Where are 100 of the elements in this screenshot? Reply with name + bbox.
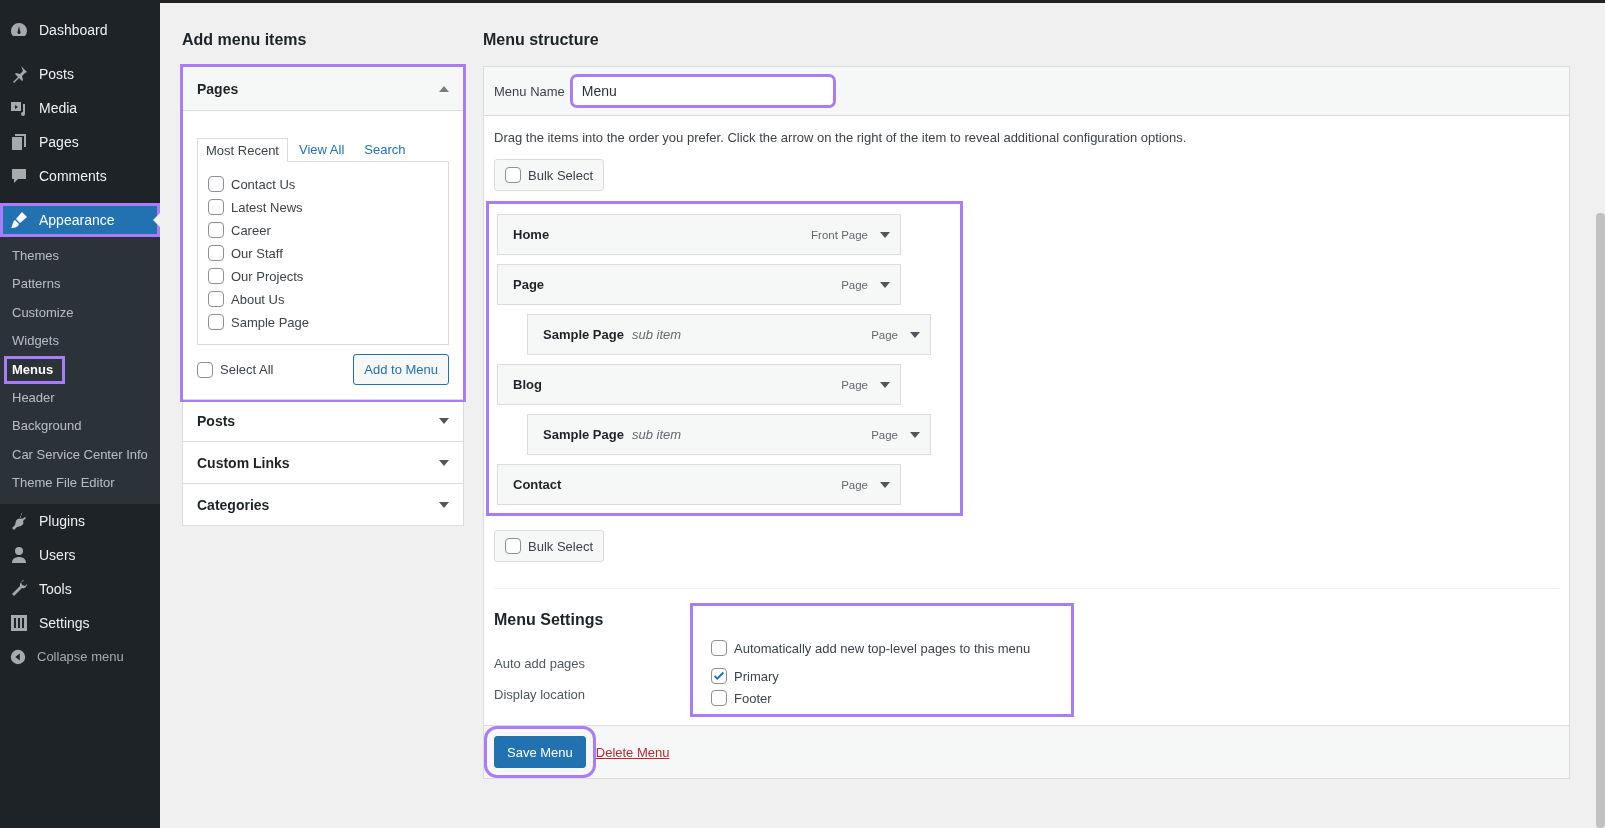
submenu-item[interactable]: Car Service Center Info: [4, 440, 156, 470]
menu-item[interactable]: Posts: [0, 57, 160, 91]
expand-caret-icon[interactable]: [880, 381, 890, 388]
expand-caret-icon[interactable]: [439, 417, 449, 424]
paintbrush-icon: [9, 210, 29, 230]
item-type: Page: [871, 328, 898, 341]
checkbox[interactable]: [711, 640, 727, 656]
item-note: sub item: [631, 327, 682, 342]
checkbox-label: Latest News: [231, 199, 303, 215]
menu-item-bar[interactable]: Home Front Page: [497, 214, 901, 255]
instructions-text: Drag the items into the order you prefer. Click the arrow on the right of the item to reveal additional configuration options.: [494, 130, 1188, 145]
expand-caret-icon[interactable]: [880, 481, 890, 488]
item-type: Front Page: [811, 228, 868, 241]
panel-header[interactable]: Custom Links: [183, 441, 463, 483]
collapse-menu-button[interactable]: Collapse menu: [0, 639, 160, 674]
item-title: Blog: [513, 377, 542, 392]
user-icon: [9, 544, 29, 565]
menu-item[interactable]: Media: [0, 91, 160, 125]
item-type: Page: [841, 378, 868, 391]
menu-name-field[interactable]: Menu: [572, 77, 833, 105]
item-type: Page: [841, 278, 868, 291]
menu-item-bar[interactable]: Sample Page sub item Page: [527, 314, 931, 355]
bulk-select-button[interactable]: Bulk Select: [494, 159, 605, 191]
checkbox[interactable]: [208, 245, 224, 261]
speech-bubble-icon: [9, 166, 29, 186]
scrollbar[interactable]: [1596, 213, 1605, 828]
menu-item-bar[interactable]: Sample Page sub item Page: [527, 414, 931, 455]
checkbox[interactable]: [711, 690, 727, 706]
checkbox-label: Primary: [734, 668, 779, 684]
sliders-icon: [9, 612, 29, 633]
checkbox-label: Contact Us: [231, 176, 296, 192]
expand-caret-icon[interactable]: [439, 501, 449, 508]
item-title: Home: [513, 227, 550, 242]
panel-header[interactable]: Posts: [183, 399, 463, 441]
checkbox[interactable]: [208, 222, 224, 238]
item-type: Page: [871, 428, 898, 441]
checkbox-label: Automatically add new top-level pages to this menu: [734, 640, 1031, 656]
checkbox-label: Career: [231, 222, 271, 238]
checkbox-label: About Us: [231, 291, 285, 307]
checkbox[interactable]: [208, 291, 224, 307]
submenu-item[interactable]: Themes: [4, 242, 156, 271]
section-heading: Add menu items: [182, 31, 308, 49]
checkbox[interactable]: [505, 538, 521, 554]
menu-item-bar[interactable]: Contact Page: [497, 464, 901, 505]
checkbox-label: Select All: [220, 362, 274, 377]
checkbox[interactable]: [208, 199, 224, 215]
panel-header[interactable]: Pages: [183, 67, 463, 111]
setting-label: Display location: [494, 687, 587, 702]
menu-item[interactable]: Plugins: [0, 503, 160, 538]
menu-item-bar[interactable]: Blog Page: [497, 364, 901, 405]
bulk-select-button[interactable]: Bulk Select: [494, 530, 605, 562]
menu-item[interactable]: Appearance: [0, 203, 160, 237]
submenu-item[interactable]: Background: [4, 412, 156, 441]
panel-header[interactable]: Categories: [183, 483, 463, 525]
checkbox-label: Sample Page: [231, 314, 310, 330]
item-title: Sample Page: [543, 427, 624, 442]
submenu-item[interactable]: Menus: [4, 355, 66, 385]
settings-heading: Menu Settings: [494, 611, 605, 630]
checkbox[interactable]: [208, 176, 224, 192]
tab[interactable]: Search: [355, 137, 415, 161]
section-heading: Menu structure: [483, 31, 600, 49]
item-note: sub item: [631, 427, 682, 442]
expand-caret-icon[interactable]: [910, 431, 920, 438]
add-to-menu-button[interactable]: Add to Menu: [353, 354, 449, 385]
menu-item[interactable]: Tools: [0, 571, 160, 606]
item-title: Page: [513, 277, 545, 292]
collapse-caret-icon[interactable]: [439, 85, 449, 92]
delete-menu-link[interactable]: Delete Menu: [595, 744, 670, 760]
menu-item[interactable]: Pages: [0, 125, 160, 159]
checkbox-label: Our Projects: [231, 268, 304, 284]
submenu-item[interactable]: Patterns: [4, 270, 156, 299]
menu-item[interactable]: Comments: [0, 159, 160, 193]
submenu-item[interactable]: Theme File Editor: [4, 469, 156, 498]
menu-item[interactable]: Settings: [0, 605, 160, 640]
checkbox[interactable]: [208, 314, 224, 330]
menu-item-bar[interactable]: Page Page: [497, 264, 901, 305]
item-title: Contact: [513, 477, 562, 492]
expand-caret-icon[interactable]: [880, 231, 890, 238]
submenu-item[interactable]: Customize: [4, 298, 156, 328]
checkbox[interactable]: [711, 668, 727, 684]
item-title: Sample Page: [543, 327, 624, 342]
submenu-item[interactable]: Widgets: [4, 327, 156, 356]
item-type: Page: [841, 478, 868, 491]
field-label: Menu Name: [494, 83, 565, 99]
checkbox[interactable]: [197, 361, 213, 378]
menu-item[interactable]: Dashboard: [0, 13, 160, 47]
checkbox-label: Footer: [734, 690, 772, 706]
checkbox[interactable]: [208, 268, 224, 284]
checkbox-label: Our Staff: [231, 245, 283, 261]
tab[interactable]: View All: [290, 137, 354, 161]
tab[interactable]: Most Recent: [197, 138, 288, 162]
expand-caret-icon[interactable]: [439, 459, 449, 466]
pages-icon: [9, 132, 29, 152]
checkbox[interactable]: [505, 167, 521, 183]
expand-caret-icon[interactable]: [880, 281, 890, 288]
menu-item[interactable]: Users: [0, 537, 160, 572]
submenu-item[interactable]: Header: [4, 384, 156, 413]
collapse-icon[interactable]: [9, 647, 27, 666]
setting-label: Auto add pages: [494, 656, 587, 671]
expand-caret-icon[interactable]: [910, 331, 920, 338]
